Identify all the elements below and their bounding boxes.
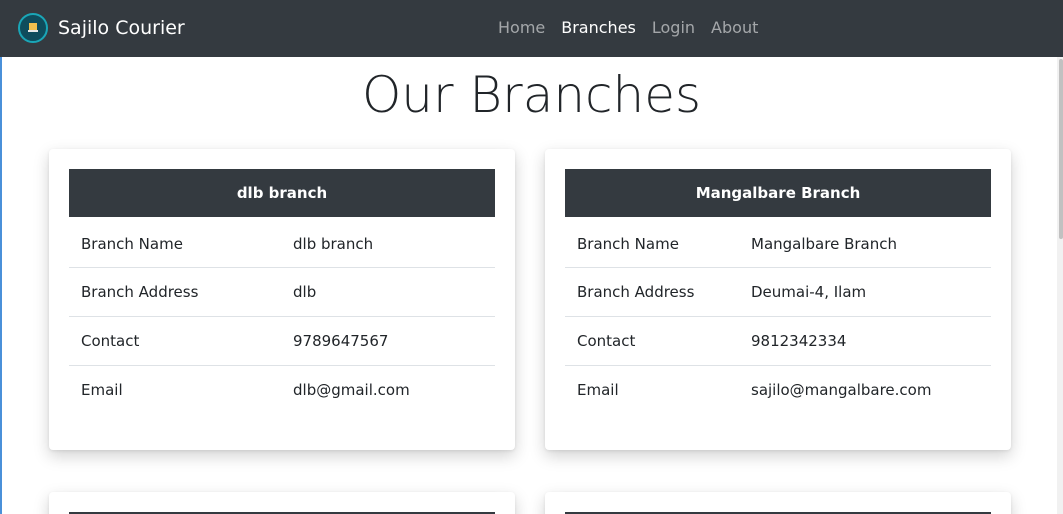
branch-card: dlb branch Branch Name dlb branch Branch… — [49, 149, 515, 450]
table-row: Contact 9789647567 — [69, 316, 495, 365]
row-label: Contact — [577, 332, 636, 350]
table-row: Email dlb@gmail.com — [69, 365, 495, 414]
scrollbar-thumb[interactable] — [1059, 59, 1063, 239]
row-value: dlb — [293, 283, 317, 301]
brand-name: Sajilo Courier — [58, 17, 185, 39]
row-value: sajilo@mangalbare.com — [751, 381, 932, 399]
row-label: Email — [577, 381, 619, 399]
row-value: Deumai-4, Ilam — [751, 283, 867, 301]
row-value: Mangalbare Branch — [751, 234, 897, 253]
nav-login[interactable]: Login — [652, 17, 695, 39]
table-row: Contact 9812342334 — [565, 316, 991, 365]
branch-card-header: dlb branch — [69, 169, 495, 217]
branch-card-partial — [545, 492, 1011, 514]
table-row: Branch Name dlb branch — [69, 219, 495, 268]
brand-link[interactable]: Sajilo Courier — [18, 12, 185, 44]
nav-home[interactable]: Home — [498, 17, 545, 39]
navbar: Sajilo Courier Home Branches Login About — [0, 0, 1063, 57]
nav-about[interactable]: About — [711, 17, 758, 39]
row-label: Branch Address — [81, 283, 199, 301]
row-label: Branch Name — [81, 234, 183, 253]
row-label: Branch Name — [577, 234, 679, 253]
courier-logo-icon — [18, 13, 48, 43]
row-label: Contact — [81, 332, 140, 350]
page-title: Our Branches — [361, 66, 702, 124]
row-label: Email — [81, 381, 123, 399]
nav-branches[interactable]: Branches — [561, 17, 636, 39]
row-value: 9812342334 — [751, 332, 847, 350]
table-row: Branch Name Mangalbare Branch — [565, 219, 991, 268]
row-value: dlb branch — [293, 234, 374, 253]
row-value: 9789647567 — [293, 332, 389, 350]
table-row: Branch Address dlb — [69, 267, 495, 316]
row-label: Branch Address — [577, 283, 695, 301]
branch-card-partial — [49, 492, 515, 514]
branch-card: Mangalbare Branch Branch Name Mangalbare… — [545, 149, 1011, 450]
table-row: Branch Address Deumai-4, Ilam — [565, 267, 991, 316]
table-row: Email sajilo@mangalbare.com — [565, 365, 991, 414]
nav-links: Home Branches Login About — [498, 17, 758, 39]
branch-card-header: Mangalbare Branch — [565, 169, 991, 217]
row-value: dlb@gmail.com — [293, 381, 410, 399]
